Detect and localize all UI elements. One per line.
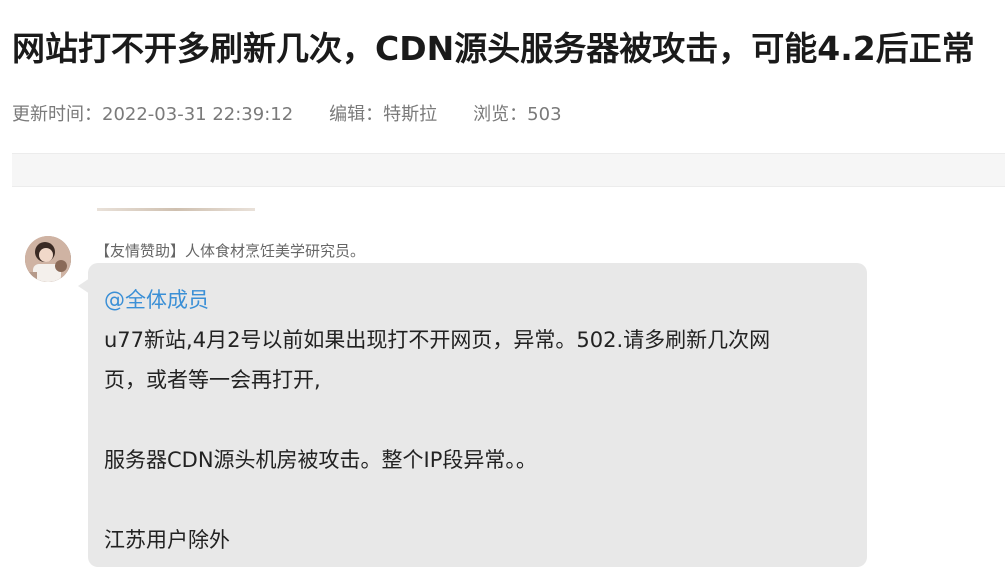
view-count: 浏览：503 — [473, 104, 562, 125]
sender-name: 【友情赞助】人体食材烹饪美学研究员。 — [95, 242, 366, 260]
message-gap — [104, 400, 854, 440]
article-meta: 更新时间：2022-03-31 22:39:12 编辑：特斯拉 浏览：503 — [12, 100, 562, 126]
article-title: 网站打不开多刷新几次，CDN源头服务器被攻击，可能4.2后正常 — [12, 29, 975, 68]
mention-all-members[interactable]: @全体成员 — [104, 280, 854, 320]
message-gap — [104, 480, 854, 520]
update-time: 更新时间：2022-03-31 22:39:12 — [12, 104, 294, 125]
message-line: u77新站,4月2号以前如果出现打不开网页，异常。502.请多刷新几次网 — [104, 328, 771, 352]
editor-name: 编辑：特斯拉 — [329, 104, 438, 125]
message-line: 页，或者等一会再打开, — [104, 368, 321, 392]
message-line: 服务器CDN源头机房被攻击。整个IP段异常。。 — [104, 448, 537, 472]
message-line: 江苏用户除外 — [104, 528, 230, 552]
message-text: @全体成员 u77新站,4月2号以前如果出现打不开网页，异常。502.请多刷新几… — [104, 280, 854, 560]
image-crop-edge — [97, 208, 255, 211]
avatar[interactable] — [25, 236, 71, 282]
divider-band — [12, 153, 1005, 187]
